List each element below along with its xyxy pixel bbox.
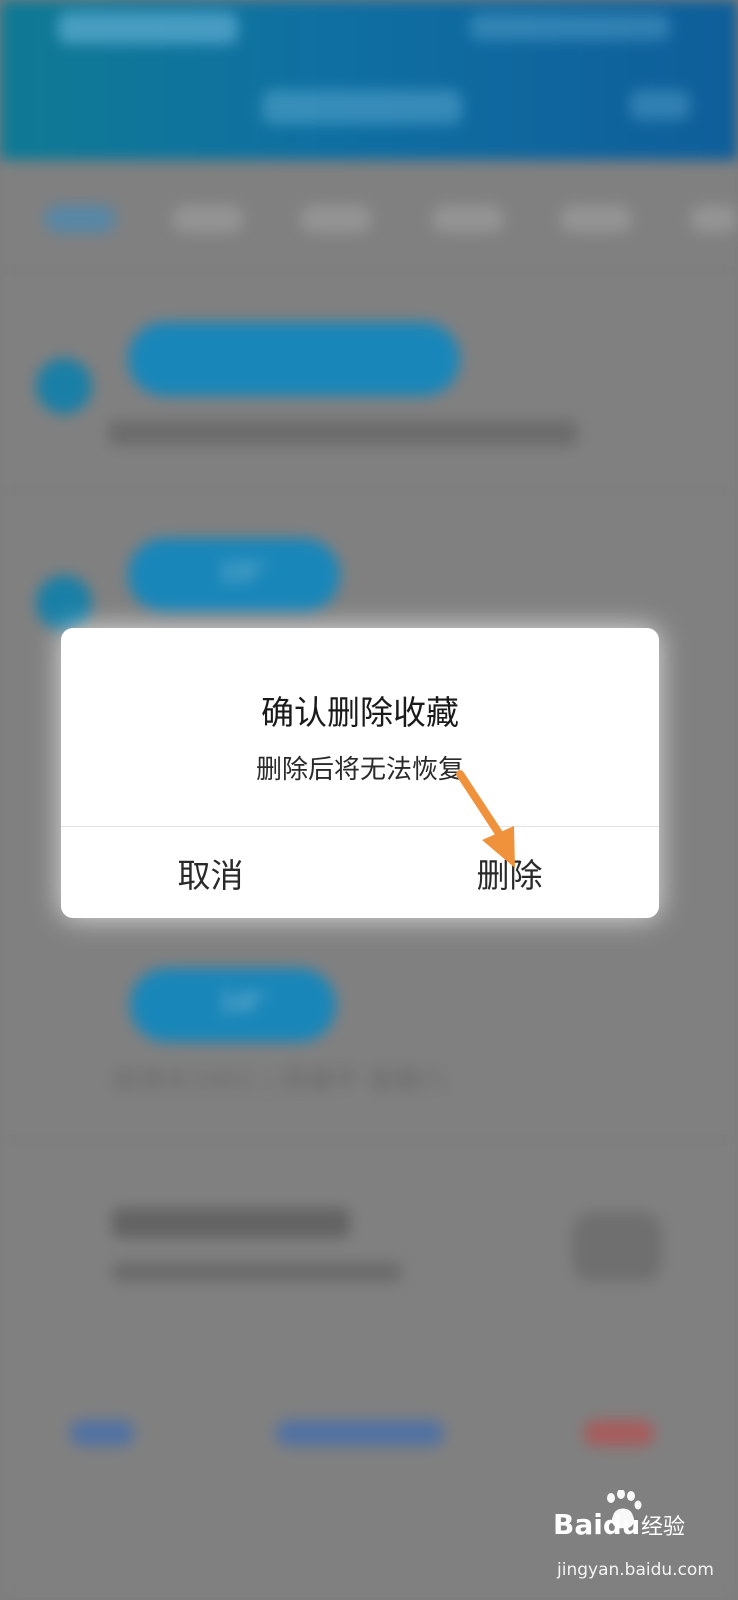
- svg-text:Bai: Bai: [553, 1508, 603, 1541]
- app-header: [0, 0, 738, 160]
- dialog-title: 确认删除收藏: [261, 693, 459, 732]
- watermark-url: jingyan.baidu.com: [557, 1560, 714, 1580]
- dialog-message: 删除后将无法恢复: [255, 755, 464, 785]
- baidu-logo-icon: Bai du 经验: [553, 1490, 685, 1541]
- svg-text:经验: 经验: [641, 1515, 685, 1540]
- item-meta-text: 给排水1901 | 杨健平 星期六: [112, 1066, 446, 1096]
- delete-button[interactable]: 删除: [360, 827, 659, 918]
- voice-bubble: 14": [130, 968, 336, 1042]
- category-tabs: [0, 175, 738, 265]
- voice-duration: 14": [220, 988, 266, 1018]
- svg-text:du: du: [603, 1511, 640, 1541]
- confirm-delete-dialog: 确认删除收藏 删除后将无法恢复 取消 删除: [61, 628, 659, 918]
- voice-duration: 15": [220, 558, 266, 588]
- screen: 15" 14" 给排水1901 | 杨健平 星期六 确认删除收藏 删除后将无法恢…: [0, 0, 738, 1600]
- voice-bubble: 15": [128, 538, 340, 612]
- baidu-jingyan-watermark: Bai du 经验 jingyan.baidu.com: [553, 1490, 718, 1590]
- cancel-button[interactable]: 取消: [61, 827, 360, 918]
